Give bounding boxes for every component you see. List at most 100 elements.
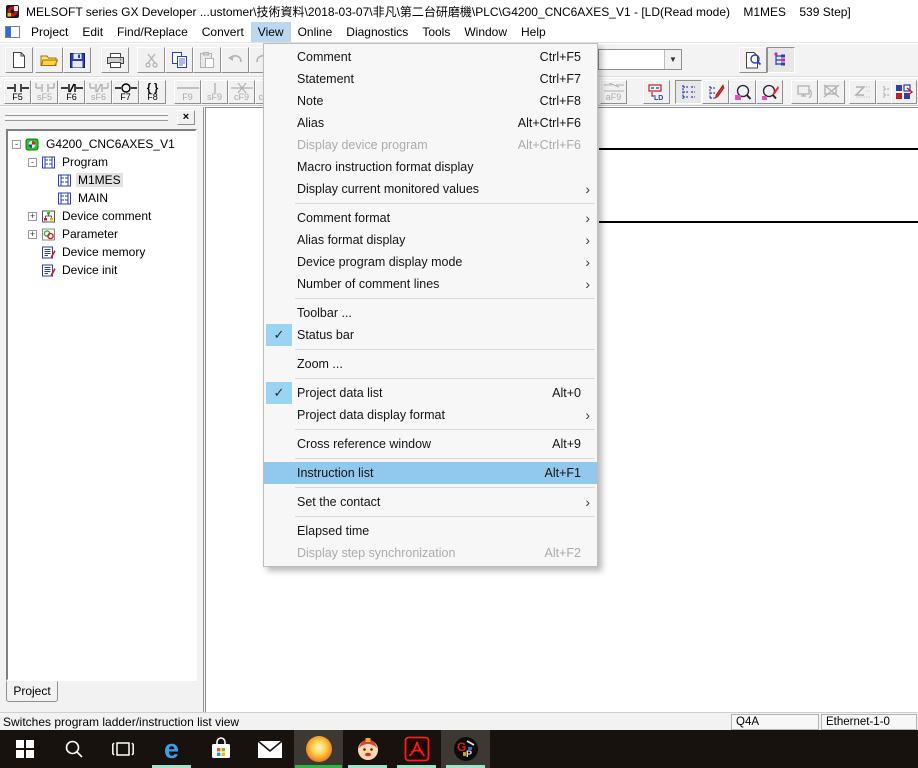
vertical-line-button[interactable]: sF9 bbox=[201, 80, 228, 104]
start-button[interactable] bbox=[0, 730, 49, 768]
menu-item-project-data-display-format[interactable]: Project data display format › bbox=[264, 404, 597, 426]
tree-item-device-memory[interactable]: Device memory bbox=[10, 243, 195, 261]
find-device-button[interactable] bbox=[739, 47, 767, 73]
menu-convert[interactable]: Convert bbox=[195, 22, 251, 42]
paste-button[interactable] bbox=[193, 47, 221, 73]
menu-separator bbox=[295, 203, 595, 204]
expand-icon[interactable]: + bbox=[28, 212, 37, 221]
task-view-button[interactable] bbox=[98, 730, 147, 768]
tree-item-program[interactable]: - Program bbox=[10, 153, 195, 171]
menu-item-elapsed-time[interactable]: Elapsed time bbox=[264, 520, 597, 542]
menu-item-set-the-contact[interactable]: Set the contact › bbox=[264, 491, 597, 513]
ladder-logic-view-button[interactable]: LD bbox=[643, 80, 670, 104]
copy-button[interactable] bbox=[165, 47, 193, 73]
open-folder-icon bbox=[40, 53, 58, 67]
tree-item-parameter[interactable]: + Parameter bbox=[10, 225, 195, 243]
cut-button[interactable] bbox=[137, 47, 165, 73]
panel-close-button[interactable]: × bbox=[177, 110, 195, 125]
window-title: MELSOFT series GX Developer ...ustomer\技… bbox=[26, 3, 851, 20]
menu-item-project-data-list[interactable]: ✓ Project data list Alt+0 bbox=[264, 382, 597, 404]
expand-icon[interactable]: + bbox=[28, 230, 37, 239]
device-test-button[interactable] bbox=[891, 80, 917, 104]
tree-item-label: Program bbox=[60, 155, 110, 169]
acrobat-button[interactable] bbox=[392, 730, 441, 768]
menu-item-macro-instruction-format-display[interactable]: Macro instruction format display bbox=[264, 156, 597, 178]
monitor-stop-icon bbox=[823, 84, 841, 100]
undo-button[interactable] bbox=[221, 47, 249, 73]
mail-button[interactable] bbox=[245, 730, 294, 768]
project-data-list-panel: × - G4200_CNC6AXES_V1 - Program bbox=[0, 107, 204, 712]
menu-help[interactable]: Help bbox=[514, 22, 553, 42]
print-button[interactable] bbox=[101, 47, 129, 73]
open-contact-button[interactable]: F5 bbox=[4, 80, 31, 104]
project-data-list-toggle-button[interactable] bbox=[767, 47, 795, 73]
menu-item-number-of-comment-lines[interactable]: Number of comment lines › bbox=[264, 273, 597, 295]
download-manager-button[interactable] bbox=[294, 730, 343, 768]
closed-contact-button[interactable]: F6 bbox=[58, 80, 85, 104]
find-replace-device-button[interactable] bbox=[756, 80, 783, 104]
menu-item-comment-format[interactable]: Comment format › bbox=[264, 207, 597, 229]
menu-item-display-step-synchronization[interactable]: Display step synchronization Alt+F2 bbox=[264, 542, 597, 564]
coil-button[interactable]: F7 bbox=[112, 80, 139, 104]
delete-horizontal-line-button[interactable]: cF9 bbox=[228, 80, 255, 104]
menu-find-replace[interactable]: Find/Replace bbox=[110, 22, 195, 42]
collapse-icon[interactable]: - bbox=[28, 158, 37, 167]
collapse-icon[interactable]: - bbox=[12, 140, 21, 149]
menu-item-device-program-display-mode[interactable]: Device program display mode › bbox=[264, 251, 597, 273]
menu-tools[interactable]: Tools bbox=[415, 22, 457, 42]
menu-window[interactable]: Window bbox=[457, 22, 514, 42]
tree-item-device-comment[interactable]: + Device comment bbox=[10, 207, 195, 225]
menu-item-cross-reference-window[interactable]: Cross reference window Alt+9 bbox=[264, 433, 597, 455]
device-search-input[interactable] bbox=[599, 50, 664, 69]
menu-item-comment[interactable]: Comment Ctrl+F5 bbox=[264, 46, 597, 68]
mdi-child-window-icon[interactable] bbox=[5, 26, 20, 38]
edge-icon: e bbox=[164, 736, 179, 763]
menu-bar: Project Edit Find/Replace Convert View O… bbox=[0, 22, 918, 43]
closed-branch-button[interactable]: sF6 bbox=[85, 80, 112, 104]
ladder-edit-button[interactable] bbox=[702, 80, 729, 104]
monitor-stop-button[interactable] bbox=[818, 80, 845, 104]
open-branch-button[interactable]: sF5 bbox=[31, 80, 58, 104]
project-tab[interactable]: Project bbox=[6, 681, 58, 702]
menu-item-alias-format-display[interactable]: Alias format display › bbox=[264, 229, 597, 251]
device-search-combo[interactable]: ▼ bbox=[598, 49, 682, 70]
view-menu-popup: Comment Ctrl+F5 Statement Ctrl+F7 Note C… bbox=[263, 43, 598, 567]
tree-item-root[interactable]: - G4200_CNC6AXES_V1 bbox=[10, 135, 195, 153]
monitor-start-button[interactable] bbox=[791, 80, 818, 104]
gx-developer-taskbar-button[interactable]: G P bbox=[441, 730, 490, 768]
menu-item-toolbar[interactable]: Toolbar ... bbox=[264, 302, 597, 324]
tree-item-main[interactable]: MAIN bbox=[10, 189, 195, 207]
menu-online[interactable]: Online bbox=[291, 22, 340, 42]
ladder-display-button[interactable] bbox=[675, 80, 702, 104]
panel-drag-handle[interactable] bbox=[5, 113, 168, 122]
gx-developer-icon: G P bbox=[453, 736, 479, 762]
face-app-button[interactable] bbox=[343, 730, 392, 768]
menu-item-zoom[interactable]: Zoom ... bbox=[264, 353, 597, 375]
edge-browser-button[interactable]: e bbox=[147, 730, 196, 768]
save-button[interactable] bbox=[63, 47, 91, 73]
step-execution-button[interactable] bbox=[849, 80, 876, 104]
horizontal-line-button[interactable]: F9 bbox=[174, 80, 201, 104]
tree-item-m1mes[interactable]: M1MES bbox=[10, 171, 195, 189]
menu-item-display-current-monitored-values[interactable]: Display current monitored values › bbox=[264, 178, 597, 200]
application-instruction-button[interactable]: { } F8 bbox=[139, 80, 166, 104]
menu-edit[interactable]: Edit bbox=[75, 22, 110, 42]
menu-project[interactable]: Project bbox=[24, 22, 75, 42]
windows-logo-icon bbox=[16, 740, 34, 758]
menu-item-note[interactable]: Note Ctrl+F8 bbox=[264, 90, 597, 112]
menu-item-status-bar[interactable]: ✓ Status bar bbox=[264, 324, 597, 346]
open-button[interactable] bbox=[35, 47, 63, 73]
menu-item-statement[interactable]: Statement Ctrl+F7 bbox=[264, 68, 597, 90]
find-contact-coil-button[interactable] bbox=[729, 80, 756, 104]
taskbar-search-button[interactable] bbox=[49, 730, 98, 768]
menu-view[interactable]: View bbox=[251, 22, 291, 42]
delete-rung-button[interactable]: aF9 bbox=[600, 80, 627, 104]
microsoft-store-button[interactable] bbox=[196, 730, 245, 768]
menu-item-display-device-program[interactable]: Display device program Alt+Ctrl+F6 bbox=[264, 134, 597, 156]
combo-dropdown-button[interactable]: ▼ bbox=[664, 50, 681, 69]
menu-diagnostics[interactable]: Diagnostics bbox=[339, 22, 415, 42]
tree-item-device-init[interactable]: Device init bbox=[10, 261, 195, 279]
menu-item-alias[interactable]: Alias Alt+Ctrl+F6 bbox=[264, 112, 597, 134]
menu-item-instruction-list[interactable]: Instruction list Alt+F1 bbox=[264, 462, 597, 484]
new-button[interactable] bbox=[5, 47, 33, 73]
